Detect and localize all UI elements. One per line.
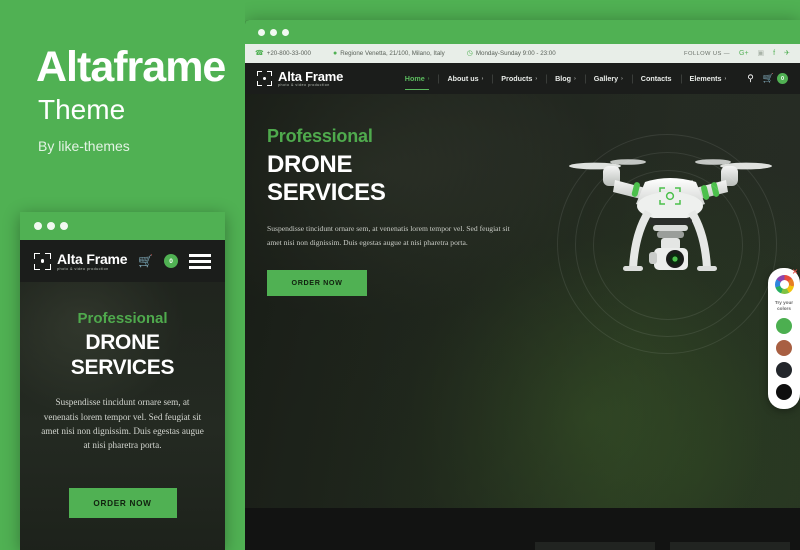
chevron-right-icon: › xyxy=(724,75,727,82)
navbar-icons: ⚲ 🛒 0 xyxy=(747,73,788,84)
hours-text: Monday-Sunday 9:00 - 23:00 xyxy=(475,50,556,57)
window-controls[interactable] xyxy=(258,28,289,36)
chevron-right-icon: › xyxy=(481,75,484,82)
mobile-browser-mockup: Alta Frame photo & video production 🛒 0 … xyxy=(20,212,225,550)
theme-author: By like-themes xyxy=(38,138,130,154)
lower-section xyxy=(245,508,800,550)
topbar-hours: ◷ Monday-Sunday 9:00 - 23:00 xyxy=(467,50,556,57)
mobile-hero-content: Professional DRONE SERVICES Suspendisse … xyxy=(20,282,225,519)
close-icon[interactable]: ✕ xyxy=(792,269,798,276)
hero-title-line-2: SERVICES xyxy=(267,179,386,207)
menu-item-elements[interactable]: Elements › xyxy=(681,74,736,83)
twitter-icon[interactable]: ✈ xyxy=(784,50,790,57)
hero-content: Professional DRONE SERVICES Suspendisse … xyxy=(267,126,537,296)
logo-name: Alta Frame xyxy=(278,68,344,84)
frame-bracket-icon xyxy=(34,252,51,270)
minimize-dot-icon[interactable] xyxy=(270,28,277,36)
mobile-logo-name: Alta Frame xyxy=(57,250,128,267)
close-dot-icon[interactable] xyxy=(258,28,265,36)
cart-button[interactable]: 🛒 0 xyxy=(763,73,788,84)
lower-card[interactable] xyxy=(670,542,790,550)
desktop-browser-mockup: ☎ +20-800-33-000 ● Regione Venetta, 21/1… xyxy=(245,20,800,550)
menu-label: About us xyxy=(447,74,479,83)
cart-icon[interactable]: 🛒 xyxy=(138,254,153,268)
cart-icon: 🛒 xyxy=(762,73,774,83)
mobile-hero-eyebrow: Professional xyxy=(77,310,168,327)
facebook-icon[interactable]: f xyxy=(773,50,775,57)
mobile-chrome-bar xyxy=(20,212,225,240)
mobile-order-now-button[interactable]: ORDER NOW xyxy=(68,488,177,519)
chevron-right-icon: › xyxy=(621,75,623,82)
menu-item-gallery[interactable]: Gallery › xyxy=(585,74,632,83)
mobile-navbar: Alta Frame photo & video production 🛒 0 xyxy=(20,240,225,282)
cart-count-badge: 0 xyxy=(777,73,788,84)
address-text: Regione Venetta, 21/100, Milano, Italy xyxy=(340,50,445,57)
chevron-right-icon: › xyxy=(574,75,576,82)
maximize-dot-icon[interactable] xyxy=(60,222,68,230)
menu-label: Products xyxy=(501,74,533,83)
close-dot-icon[interactable] xyxy=(34,222,42,230)
site-navbar: Alta Frame photo & video production Home… xyxy=(245,63,800,94)
hero-title-line-1: DRONE xyxy=(267,151,353,178)
search-icon[interactable]: ⚲ xyxy=(747,73,754,84)
mobile-hero-paragraph: Suspendisse tincidunt ornare sem, at ven… xyxy=(41,397,204,451)
order-now-button[interactable]: ORDER NOW xyxy=(267,269,367,296)
location-pin-icon: ● xyxy=(332,50,338,57)
menu-item-contacts[interactable]: Contacts xyxy=(632,74,681,83)
menu-label: Gallery xyxy=(593,74,619,83)
color-widget-label: Try your colors xyxy=(774,300,794,312)
try-your-colors-widget[interactable]: ✕ Try your colors xyxy=(768,268,800,410)
mobile-hero-title-line-2: SERVICES xyxy=(70,356,175,380)
logo-tagline: photo & video production xyxy=(278,82,330,87)
instagram-icon[interactable]: ▣ xyxy=(758,50,765,57)
clock-icon: ◷ xyxy=(466,50,473,57)
hero-section: Professional DRONE SERVICES Suspendisse … xyxy=(245,94,800,508)
menu-item-home[interactable]: Home › xyxy=(396,74,439,91)
phone-text: +20-800-33-000 xyxy=(266,50,311,57)
menu-label: Contacts xyxy=(640,74,672,83)
phone-icon: ☎ xyxy=(255,50,264,57)
swatch-charcoal[interactable] xyxy=(776,362,792,379)
mobile-logo-tagline: photo & video production xyxy=(57,266,109,271)
swatch-green[interactable] xyxy=(776,318,792,335)
swatch-black[interactable] xyxy=(776,384,792,401)
mobile-hero-section: Professional DRONE SERVICES Suspendisse … xyxy=(20,282,225,550)
swatch-rust[interactable] xyxy=(776,340,792,357)
chevron-right-icon: › xyxy=(535,75,538,82)
hero-paragraph: Suspendisse tincidunt ornare sem, at ven… xyxy=(267,223,510,247)
topbar-phone[interactable]: ☎ +20-800-33-000 xyxy=(255,50,311,57)
mobile-hero-title-line-1: DRONE xyxy=(85,331,160,354)
minimize-dot-icon[interactable] xyxy=(47,222,55,230)
color-wheel-icon[interactable] xyxy=(774,275,794,294)
hamburger-menu-icon[interactable] xyxy=(189,253,211,269)
menu-label: Elements xyxy=(689,74,722,83)
chevron-right-icon: › xyxy=(427,75,430,82)
signal-rings-decoration xyxy=(553,134,788,354)
browser-chrome-bar xyxy=(245,20,800,44)
theme-subtitle: Theme xyxy=(38,94,126,125)
topbar-address[interactable]: ● Regione Venetta, 21/100, Milano, Italy xyxy=(333,50,445,57)
theme-title: Altaframe xyxy=(36,43,226,91)
menu-item-about-us[interactable]: About us › xyxy=(438,74,492,83)
mobile-window-controls[interactable] xyxy=(34,222,68,230)
maximize-dot-icon[interactable] xyxy=(282,28,289,36)
lower-card[interactable] xyxy=(535,542,655,550)
follow-us-label: FOLLOW US — xyxy=(684,50,730,57)
drone-illustration xyxy=(553,134,788,354)
menu-label: Blog xyxy=(555,74,572,83)
hero-eyebrow: Professional xyxy=(267,126,373,146)
menu-item-blog[interactable]: Blog › xyxy=(546,74,585,83)
menu-label: Home xyxy=(404,74,425,83)
topbar-social-group: FOLLOW US — G+ ▣ f ✈ xyxy=(684,50,790,57)
menu-item-products[interactable]: Products › xyxy=(492,74,546,83)
site-topbar: ☎ +20-800-33-000 ● Regione Venetta, 21/1… xyxy=(245,44,800,63)
site-logo[interactable]: Alta Frame photo & video production xyxy=(257,70,343,88)
main-menu: Home › About us › Products › Blog › Gall… xyxy=(396,73,788,91)
frame-bracket-icon xyxy=(257,71,272,86)
cart-count-badge: 0 xyxy=(164,254,178,268)
google-plus-icon[interactable]: G+ xyxy=(739,50,749,57)
